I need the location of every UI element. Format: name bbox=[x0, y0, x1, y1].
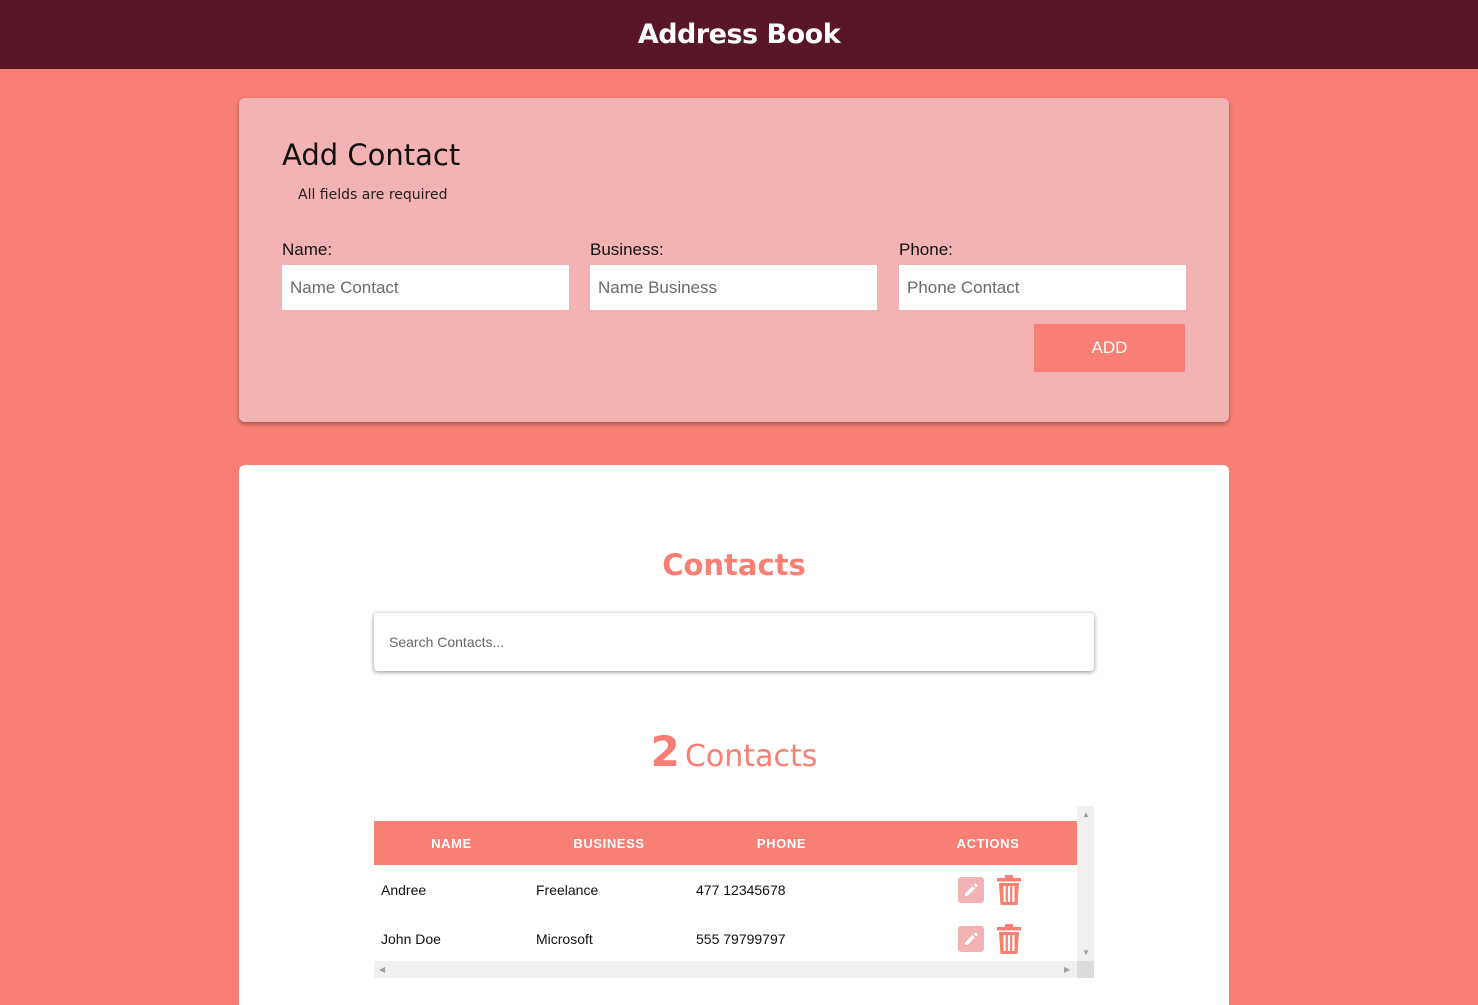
contact-count: 2 Contacts bbox=[239, 727, 1229, 776]
required-note: All fields are required bbox=[298, 187, 448, 203]
phone-label: Phone: bbox=[899, 240, 953, 259]
contacts-card: Contacts 2 Contacts NAME BUSINESS PHONE … bbox=[239, 465, 1229, 1005]
contact-count-number: 2 bbox=[650, 727, 680, 776]
business-label: Business: bbox=[590, 240, 664, 259]
contact-name: Andree bbox=[381, 881, 427, 898]
contact-name: John Doe bbox=[381, 930, 441, 947]
name-input[interactable] bbox=[282, 265, 569, 310]
contact-business: Freelance bbox=[536, 881, 599, 898]
column-header-business: BUSINESS bbox=[573, 835, 645, 851]
contact-actions bbox=[919, 865, 1077, 914]
column-header-actions: ACTIONS bbox=[956, 835, 1020, 851]
table-row: John Doe Microsoft 555 79799797 bbox=[374, 914, 1077, 963]
scrollbar-corner bbox=[1077, 961, 1094, 978]
contact-phone: 555 79799797 bbox=[696, 930, 786, 947]
add-contact-title: Add Contact bbox=[282, 138, 461, 172]
scroll-right-arrow-icon[interactable]: ▶ bbox=[1064, 966, 1070, 974]
trash-icon[interactable] bbox=[996, 923, 1022, 954]
pencil-icon[interactable] bbox=[958, 925, 984, 952]
horizontal-scrollbar[interactable]: ◀ ▶ bbox=[374, 961, 1077, 978]
table-header-row: NAME BUSINESS PHONE ACTIONS bbox=[374, 821, 1077, 865]
contacts-table-container: NAME BUSINESS PHONE ACTIONS Andree Freel… bbox=[374, 806, 1094, 978]
trash-icon[interactable] bbox=[996, 874, 1022, 905]
app-header: Address Book bbox=[0, 0, 1478, 69]
column-header-phone: PHONE bbox=[756, 835, 807, 851]
contacts-title: Contacts bbox=[662, 548, 806, 582]
app-title: Address Book bbox=[637, 19, 841, 50]
scroll-left-arrow-icon[interactable]: ◀ bbox=[379, 966, 385, 974]
contact-phone: 477 12345678 bbox=[696, 881, 786, 898]
scroll-up-arrow-icon[interactable]: ▲ bbox=[1082, 811, 1090, 819]
column-header-name: NAME bbox=[431, 835, 472, 851]
contact-business: Microsoft bbox=[536, 930, 593, 947]
pencil-icon[interactable] bbox=[958, 876, 984, 903]
add-button[interactable]: ADD bbox=[1034, 324, 1185, 372]
contact-actions bbox=[919, 914, 1077, 963]
table-row: Andree Freelance 477 12345678 bbox=[374, 865, 1077, 914]
add-contact-card: Add Contact All fields are required Name… bbox=[239, 98, 1229, 422]
business-input[interactable] bbox=[590, 265, 877, 310]
search-input[interactable] bbox=[374, 613, 1094, 671]
scroll-down-arrow-icon[interactable]: ▼ bbox=[1082, 949, 1090, 957]
vertical-scrollbar[interactable]: ▲ ▼ bbox=[1077, 806, 1094, 978]
name-label: Name: bbox=[282, 240, 333, 259]
contacts-table: NAME BUSINESS PHONE ACTIONS Andree Freel… bbox=[374, 821, 1077, 963]
phone-input[interactable] bbox=[899, 265, 1186, 310]
contact-count-label: Contacts bbox=[684, 739, 818, 774]
